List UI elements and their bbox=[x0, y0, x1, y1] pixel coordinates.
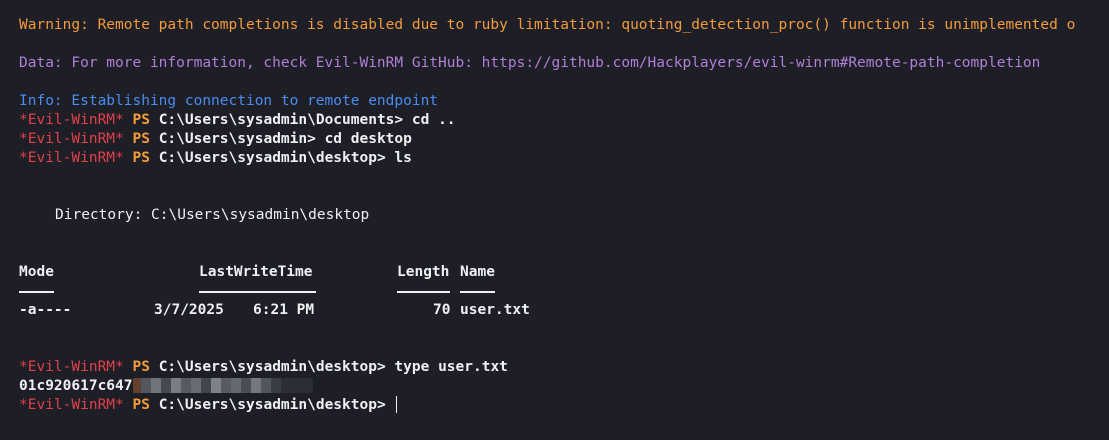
redacted-block bbox=[132, 378, 313, 393]
header-underline-row bbox=[0, 282, 1109, 301]
header-length: Length bbox=[397, 264, 450, 280]
row-length: 70 bbox=[433, 302, 451, 318]
prompt-label: *Evil-WinRM* bbox=[19, 131, 124, 147]
text-cursor[interactable] bbox=[396, 396, 398, 413]
row-date: 3/7/2025 bbox=[154, 302, 224, 318]
command-text: ls bbox=[394, 150, 412, 166]
underline-length bbox=[397, 291, 450, 293]
prompt-line: *Evil-WinRM* PS C:\Users\sysadmin\Docume… bbox=[19, 111, 456, 130]
prompt-line: *Evil-WinRM* PS C:\Users\sysadmin> cd de… bbox=[19, 130, 412, 149]
ps-label: PS bbox=[132, 131, 150, 147]
prompt-path: C:\Users\sysadmin\desktop> bbox=[158, 150, 386, 166]
command-text: type user.txt bbox=[394, 359, 508, 375]
ps-label: PS bbox=[132, 397, 150, 413]
underline-name bbox=[460, 291, 495, 293]
table-row: -a---- 3/7/2025 6:21 PM 70 user.txt bbox=[0, 301, 1109, 320]
prompt-path: C:\Users\sysadmin\desktop> bbox=[158, 359, 386, 375]
warning-message: Warning: Remote path completions is disa… bbox=[19, 17, 1076, 33]
prompt-line: *Evil-WinRM* PS C:\Users\sysadmin\deskto… bbox=[19, 149, 412, 168]
ps-label: PS bbox=[132, 359, 150, 375]
ps-label: PS bbox=[132, 112, 150, 128]
prompt-path: C:\Users\sysadmin\Documents> bbox=[158, 112, 404, 128]
prompt-label: *Evil-WinRM* bbox=[19, 397, 124, 413]
row-time: 6:21 PM bbox=[253, 302, 315, 318]
row-name: user.txt bbox=[460, 302, 530, 318]
header-name: Name bbox=[460, 264, 495, 280]
prompt-line: *Evil-WinRM* PS C:\Users\sysadmin\deskto… bbox=[19, 396, 398, 415]
row-mode: -a---- bbox=[19, 302, 72, 318]
prompt-path: C:\Users\sysadmin> bbox=[158, 131, 316, 147]
underline-mode bbox=[19, 291, 54, 293]
command-output: 01c920617c647 bbox=[19, 377, 313, 396]
prompt-line: *Evil-WinRM* PS C:\Users\sysadmin\deskto… bbox=[19, 358, 508, 377]
underline-lastwritetime bbox=[199, 291, 316, 293]
ps-label: PS bbox=[132, 150, 150, 166]
terminal-window[interactable]: Warning: Remote path completions is disa… bbox=[0, 0, 1109, 440]
prompt-label: *Evil-WinRM* bbox=[19, 150, 124, 166]
command-text: cd desktop bbox=[324, 131, 412, 147]
prompt-label: *Evil-WinRM* bbox=[19, 359, 124, 375]
data-message: Data: For more information, check Evil-W… bbox=[19, 55, 1041, 71]
hash-text: 01c920617c647 bbox=[19, 378, 133, 394]
prompt-label: *Evil-WinRM* bbox=[19, 112, 124, 128]
listing-header: Mode LastWriteTime Length Name bbox=[0, 263, 1109, 282]
prompt-path: C:\Users\sysadmin\desktop> bbox=[158, 397, 386, 413]
command-text: cd .. bbox=[411, 112, 456, 128]
directory-line: Directory: C:\Users\sysadmin\desktop bbox=[55, 207, 370, 223]
header-mode: Mode bbox=[19, 264, 54, 280]
info-message: Info: Establishing connection to remote … bbox=[19, 93, 439, 109]
header-lastwritetime: LastWriteTime bbox=[199, 264, 313, 280]
